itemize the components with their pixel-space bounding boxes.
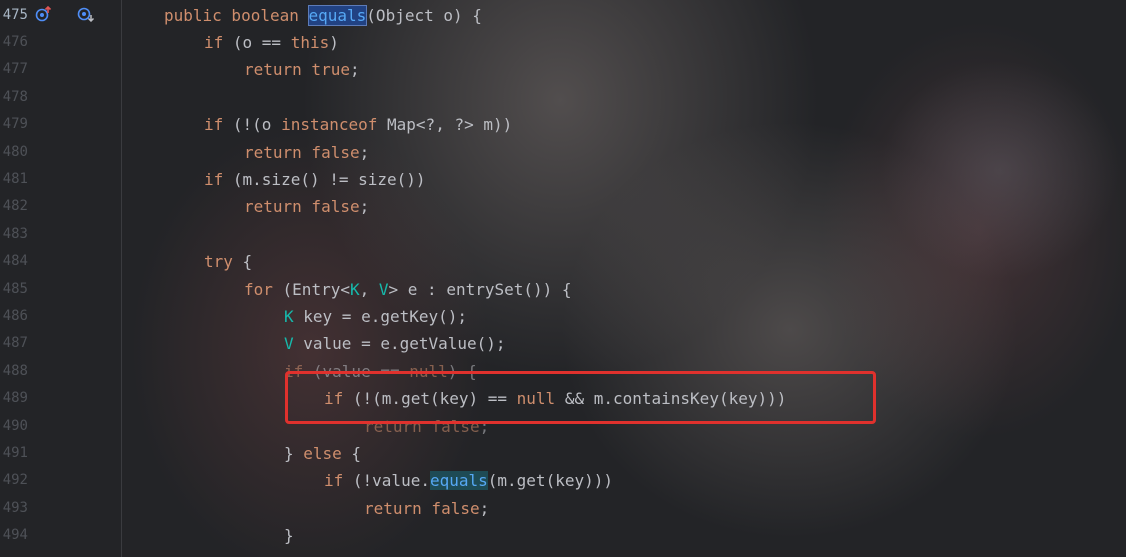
code-token: V — [284, 334, 294, 354]
line-number[interactable]: 493 — [0, 495, 28, 522]
code-token: { — [341, 443, 362, 463]
code-token: if — [204, 115, 224, 135]
code-line[interactable]: if (m.size() != size()) — [204, 166, 426, 193]
code-token: (Entry< — [272, 279, 350, 299]
code-line[interactable]: if (!value.equals(m.get(key))) — [324, 467, 613, 494]
code-token: public boolean — [164, 5, 309, 25]
line-number[interactable]: 489 — [0, 385, 28, 412]
code-token: if — [204, 169, 224, 189]
highlighted-usage: equals — [429, 471, 488, 491]
implementation-gutter-icon[interactable] — [77, 6, 95, 25]
code-token: (Object o) { — [366, 5, 482, 25]
code-token: instanceof — [281, 115, 378, 135]
code-token: if — [204, 32, 224, 52]
code-line[interactable]: } else { — [284, 440, 361, 467]
code-token: value = e.getValue(); — [293, 334, 506, 354]
line-number[interactable]: 494 — [0, 522, 28, 549]
line-number[interactable]: 477 — [0, 56, 28, 83]
code-token: > e : entrySet()) { — [388, 279, 572, 299]
code-token: ; — [359, 197, 370, 217]
code-line[interactable]: if (!(o instanceof Map<?, ?> m)) — [204, 111, 512, 138]
selected-method-name: equals — [307, 4, 368, 26]
line-number[interactable]: 486 — [0, 303, 28, 330]
code-token: ; — [359, 142, 370, 162]
code-line[interactable]: K key = e.getKey(); — [284, 303, 467, 330]
code-token: ; — [349, 60, 360, 80]
annotation-highlight-box — [285, 371, 876, 424]
code-line[interactable]: return false; — [244, 193, 369, 220]
code-token: (o == — [223, 32, 291, 52]
line-number[interactable]: 485 — [0, 276, 28, 303]
code-token: , — [359, 279, 379, 299]
gutter-divider — [121, 0, 122, 557]
line-number[interactable]: 482 — [0, 193, 28, 220]
code-token: this — [290, 32, 330, 52]
code-token: return false — [244, 197, 360, 217]
code-line[interactable]: try { — [204, 248, 252, 275]
code-token: Map<?, ?> m)) — [377, 115, 513, 135]
code-token: (!value. — [343, 471, 430, 491]
code-token: for — [244, 279, 273, 299]
code-line[interactable]: if (o == this) — [204, 29, 339, 56]
line-number[interactable]: 480 — [0, 139, 28, 166]
line-number[interactable]: 492 — [0, 467, 28, 494]
code-token: } — [284, 526, 294, 546]
line-number[interactable]: 476 — [0, 29, 28, 56]
code-token: return false — [364, 498, 480, 518]
code-line[interactable]: for (Entry<K, V> e : entrySet()) { — [244, 276, 572, 303]
code-token: return true — [244, 60, 350, 80]
code-token: ; — [479, 498, 490, 518]
line-number[interactable]: 481 — [0, 166, 28, 193]
code-token: K — [349, 279, 360, 299]
code-token: (!(o — [223, 115, 282, 135]
line-number[interactable]: 475 — [0, 2, 28, 29]
line-number[interactable]: 478 — [0, 84, 28, 111]
line-number[interactable]: 487 — [0, 330, 28, 357]
code-token: key = e.getKey(); — [293, 306, 468, 326]
code-token: if — [324, 471, 344, 491]
line-number[interactable]: 483 — [0, 221, 28, 248]
code-token: { — [232, 252, 253, 272]
code-token: K — [284, 306, 294, 326]
code-token: (m.size() != size()) — [223, 169, 426, 189]
line-number[interactable]: 479 — [0, 111, 28, 138]
code-line[interactable]: return true; — [244, 56, 360, 83]
code-token: V — [378, 279, 389, 299]
code-token: (m.get(key))) — [487, 471, 613, 491]
code-line[interactable]: V value = e.getValue(); — [284, 330, 506, 357]
override-gutter-icon[interactable] — [35, 5, 53, 25]
line-number[interactable]: 488 — [0, 358, 28, 385]
line-number[interactable]: 491 — [0, 440, 28, 467]
code-line[interactable]: return false; — [364, 495, 489, 522]
code-line[interactable]: public boolean equals(Object o) { — [164, 2, 482, 29]
code-token: try — [204, 252, 233, 272]
background-art-corner — [880, 60, 1120, 280]
line-number[interactable]: 490 — [0, 413, 28, 440]
code-token: } — [284, 443, 304, 463]
code-token: else — [303, 443, 342, 463]
line-number[interactable]: 484 — [0, 248, 28, 275]
code-line[interactable]: } — [284, 522, 294, 549]
code-line[interactable]: return false; — [244, 139, 369, 166]
code-token: return false — [244, 142, 360, 162]
code-token: ) — [329, 32, 339, 52]
